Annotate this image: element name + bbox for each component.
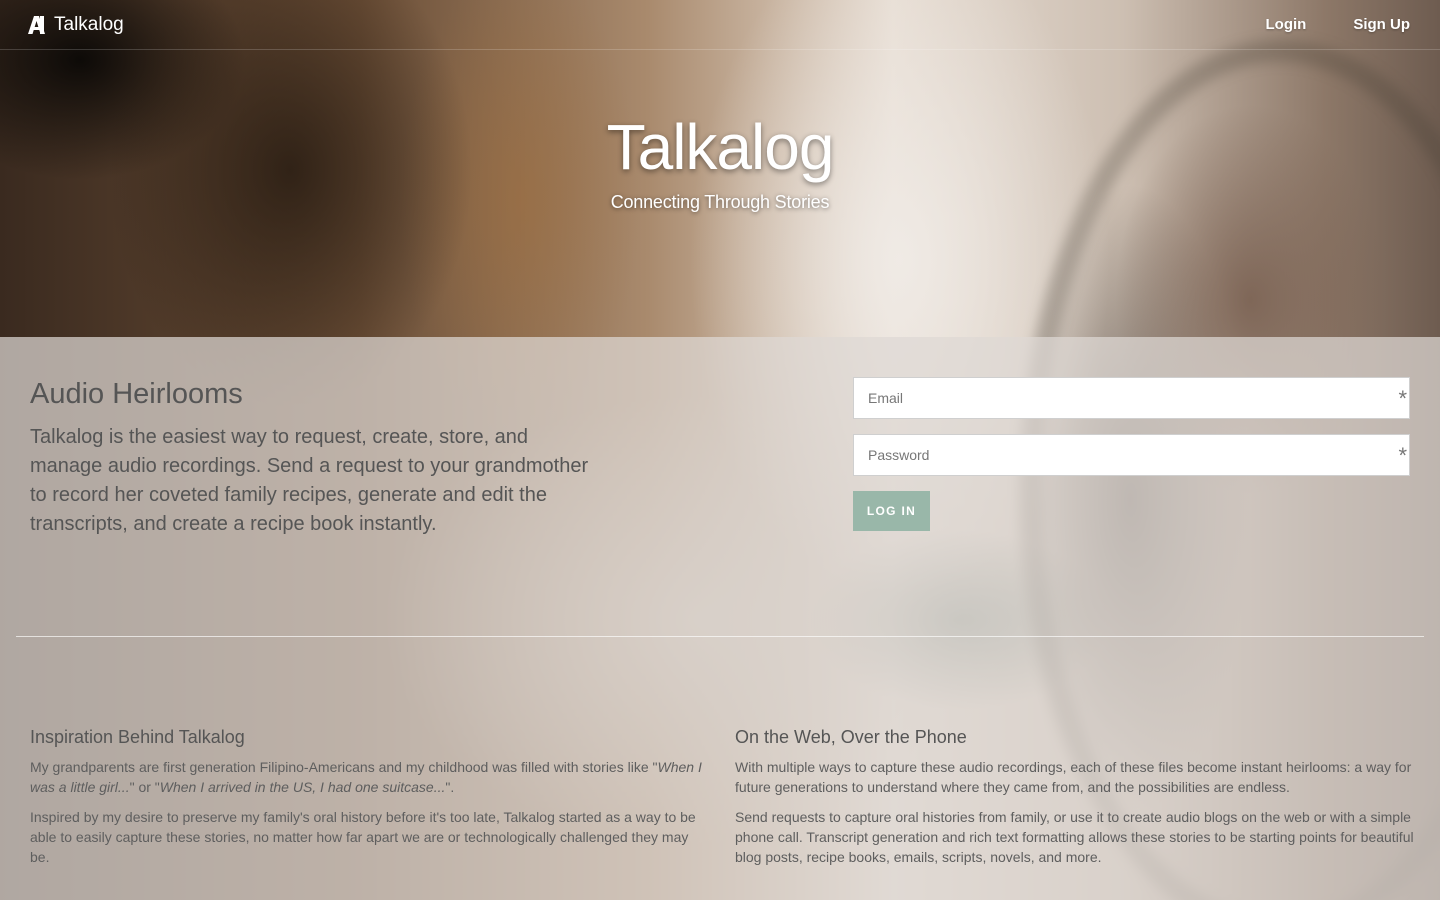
inspiration-paragraph-1: My grandparents are first generation Fil… [30,757,710,797]
login-link[interactable]: Login [1266,16,1307,33]
password-field-wrapper: * [853,434,1410,476]
inspiration-section: Inspiration Behind Talkalog My grandpare… [30,727,710,877]
signup-link[interactable]: Sign Up [1353,16,1410,33]
inspiration-p1-start: My grandparents are first generation Fil… [30,759,658,775]
web-phone-title: On the Web, Over the Phone [735,727,967,747]
about-body: Talkalog is the easiest way to request, … [30,426,589,535]
about-heading: Audio Heirlooms [30,378,243,410]
nav-links: Login Sign Up [1266,16,1411,33]
email-field-wrapper: * [853,377,1410,419]
brand-link[interactable]: Talkalog [28,14,124,36]
hero: Talkalog Connecting Through Stories [0,110,1440,213]
email-required-icon: * [1398,386,1407,411]
web-phone-paragraph-1: With multiple ways to capture these audi… [735,759,1412,795]
inspiration-title: Inspiration Behind Talkalog [30,727,245,747]
web-phone-section: On the Web, Over the Phone With multiple… [735,727,1415,877]
login-button[interactable]: LOG IN [853,491,930,531]
hero-title: Talkalog [606,111,835,183]
email-input[interactable] [854,378,1409,418]
about-section: Audio Heirlooms Talkalog is the easiest … [30,378,590,539]
brand-name: Talkalog [54,13,124,35]
inspiration-paragraph-2: Inspired by my desire to preserve my fam… [30,809,696,865]
talkalog-logo-icon [28,15,45,34]
top-navbar: Talkalog Login Sign Up [0,0,1440,50]
hero-subtitle: Connecting Through Stories [610,192,830,212]
login-form: * * LOG IN [853,377,1410,531]
web-phone-paragraph-2: Send requests to capture oral histories … [735,809,1414,865]
inspiration-quote-2: When I arrived in the US, I had one suit… [159,779,446,795]
section-divider [16,636,1424,637]
inspiration-p1-mid: " or " [129,779,160,795]
inspiration-p1-end: ". [445,779,455,795]
password-required-icon: * [1398,443,1407,468]
password-input[interactable] [854,435,1409,475]
